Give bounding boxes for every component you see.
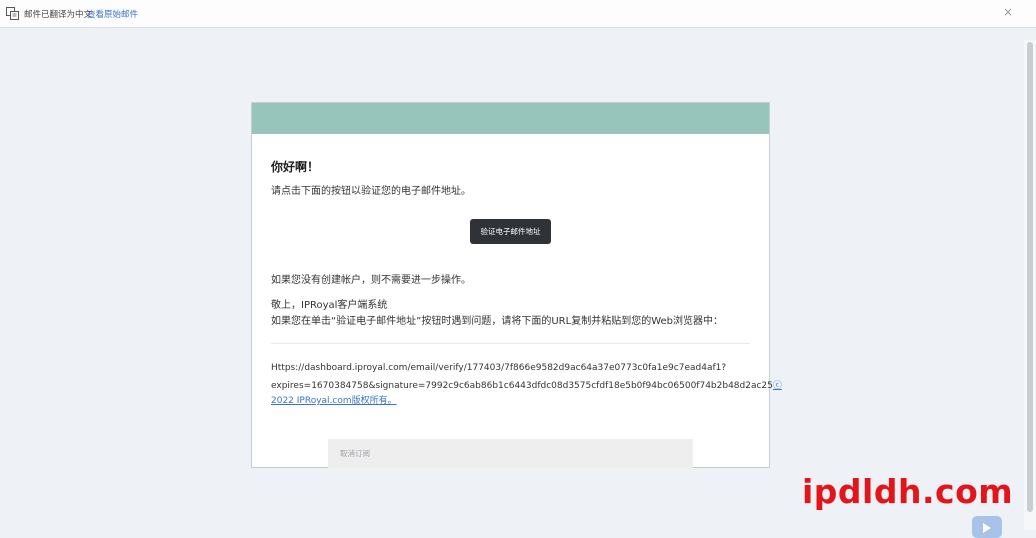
copyright-symbol[interactable]: ⓒ (773, 381, 782, 391)
trouble-text: 如果您在单击“验证电子邮件地址”按钮时遇到问题，请将下面的URL复制并粘贴到您的… (271, 316, 724, 327)
play-icon (983, 523, 991, 533)
floating-action-button[interactable] (972, 516, 1002, 538)
site-watermark: ipdldh.com (802, 472, 1014, 511)
email-greeting: 你好啊！ (271, 160, 320, 174)
no-account-text: 如果您没有创建帐户，则不需要进一步操作。 (271, 275, 471, 286)
copyright-line[interactable]: 2022 IPRoyal.com版权所有。 (271, 393, 397, 406)
close-icon[interactable]: × (1003, 6, 1013, 18)
copyright-link[interactable]: 2022 IPRoyal.com版权所有。 (271, 396, 397, 406)
view-original-link[interactable]: 查看原始邮件 (87, 8, 138, 20)
regards-text: 敬上，IPRoyal客户端系统 (271, 300, 388, 311)
email-instruction: 请点击下面的按钮以验证您的电子邮件地址。 (271, 186, 471, 197)
translation-notice: 邮件已翻译为中文 (24, 10, 93, 20)
verify-url-line-1[interactable]: Https://dashboard.iproyal.com/email/veri… (271, 363, 726, 373)
scrollbar-thumb[interactable] (1027, 42, 1033, 512)
translate-icon (6, 7, 19, 20)
verify-url-line-2-text[interactable]: expires=1670384758&signature=7992c9c6ab8… (271, 381, 773, 391)
email-body: 你好啊！ 请点击下面的按钮以验证您的电子邮件地址。 验证电子邮件地址 如果您没有… (251, 102, 782, 468)
translation-bar: 邮件已翻译为中文 查看原始邮件 × (0, 0, 1036, 28)
verify-url-line-2[interactable]: expires=1670384758&signature=7992c9c6ab8… (271, 378, 782, 391)
email-header-banner (252, 103, 769, 134)
verify-email-button[interactable]: 验证电子邮件地址 (470, 219, 551, 244)
divider (271, 343, 750, 344)
unsubscribe-link[interactable]: 取消订阅 (328, 439, 693, 468)
